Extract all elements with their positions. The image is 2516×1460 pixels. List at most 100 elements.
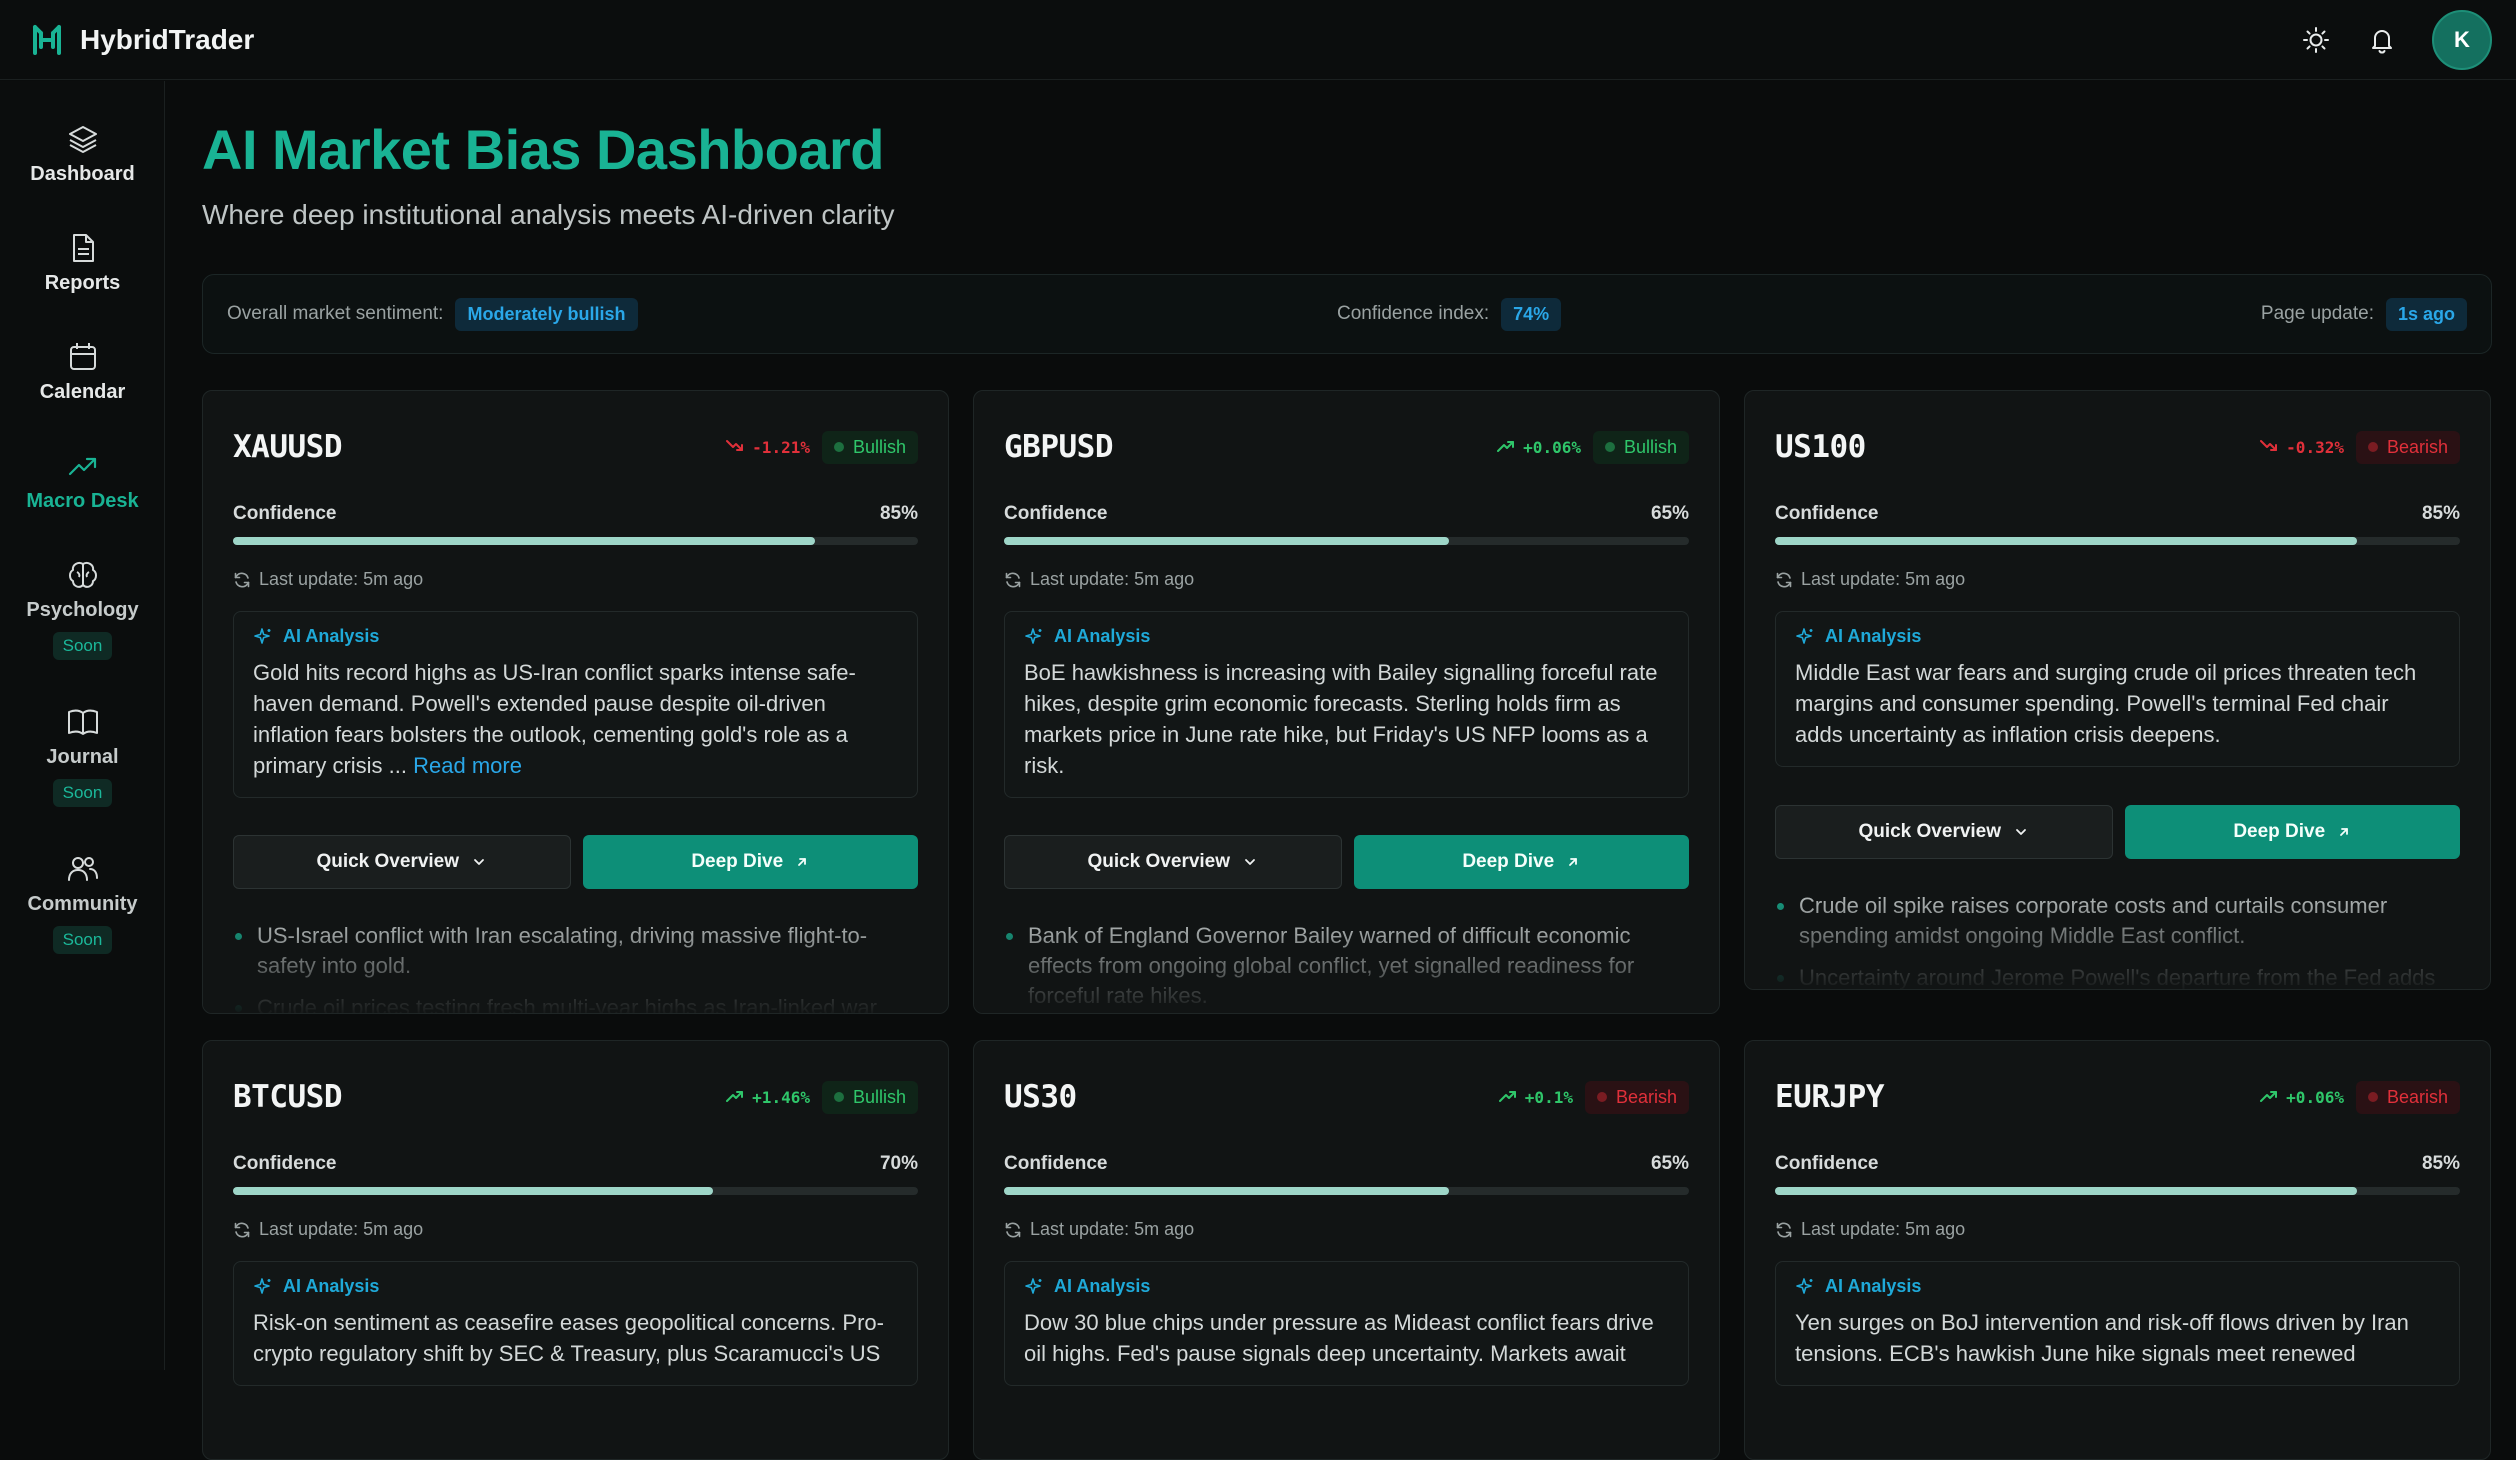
sparkle-icon [1025,1277,1042,1294]
avatar[interactable]: K [2432,10,2492,70]
symbol: EURJPY [1775,1079,1884,1115]
last-update-text: Last update: 5m ago [259,1219,424,1239]
soon-badge: Soon [52,926,113,954]
sparkle-icon [1796,627,1813,644]
confidence-bar-fill [1775,537,2358,545]
sidebar-item-psychology[interactable]: Psychology Soon [0,557,165,660]
bias-badge: Bullish [821,430,918,464]
quick-overview-button[interactable]: Quick Overview [1775,805,2113,859]
last-update-text: Last update: 5m ago [259,569,424,589]
confidence-row: Confidence 85% [1775,503,2460,525]
confidence-row: Confidence 65% [1004,503,1689,525]
bias-badge: Bullish [1592,430,1689,464]
bias-card-us30: US30 +0.1% Bearish Confidence 65% Last update… [973,1040,1720,1460]
confidence-bar [1004,1187,1689,1195]
arrow-up-right-icon [1569,858,1578,866]
quick-overview-button[interactable]: Quick Overview [233,835,571,889]
read-more-link[interactable]: Read more [413,753,522,778]
brand[interactable]: HybridTrader [30,23,254,57]
sidebar: Dashboard Reports Calendar Macro Desk Ps… [0,81,165,1370]
bias-card-btcusd: BTCUSD +1.46% Bullish Confidence 70% Last upd… [202,1040,949,1460]
deep-dive-button[interactable]: Deep Dive [2124,805,2460,859]
sentiment-group: Overall market sentiment: Moderately bul… [227,297,638,331]
logo-icon [33,24,61,55]
bell-icon[interactable] [2366,24,2398,56]
refresh-icon [1776,1222,1792,1237]
bias-badge: Bullish [821,1080,918,1114]
sidebar-item-calendar[interactable]: Calendar [0,339,165,404]
list-item: US-Israel conflict with Iran escalating,… [233,921,918,981]
bias-label: Bullish [852,436,906,457]
symbol: BTCUSD [233,1079,342,1115]
sidebar-item-community[interactable]: Community Soon [0,851,165,954]
list-item: Bank of England Governor Bailey warned o… [1004,921,1689,1011]
key-points-list: Crude oil spike raises corporate costs a… [1775,891,2460,989]
bias-badge: Bearish [1584,1080,1689,1114]
trending-up-icon [2260,1088,2278,1107]
sidebar-item-label: Dashboard [30,163,135,185]
bias-label: Bullish [852,1086,906,1107]
confidence-bar [1004,537,1689,545]
trending-up-icon [1498,1088,1517,1107]
bias-label: Bearish [1615,1086,1677,1107]
symbol: XAUUSD [233,429,342,465]
sparkle-icon [254,627,271,644]
refresh-icon [234,572,250,587]
last-update: Last update: 5m ago [1775,1219,1965,1240]
ai-analysis-label: AI Analysis [283,1276,380,1296]
chevron-down-icon [474,859,484,865]
price-change-value: -0.32% [2286,437,2344,457]
confidence-bar-fill [233,1187,713,1195]
price-change: -1.21% [726,438,810,457]
sidebar-item-macro-desk[interactable]: Macro Desk [0,448,165,513]
last-update: Last update: 5m ago [1775,569,1965,590]
calendar-icon [69,343,96,370]
sparkle-icon [1796,1277,1813,1294]
status-dot-icon [833,1092,844,1102]
sidebar-item-dashboard[interactable]: Dashboard [0,121,165,186]
last-update-text: Last update: 5m ago [1030,1219,1195,1239]
page-subtitle: Where deep institutional analysis meets … [202,199,895,230]
confidence-label: Confidence [1004,503,1108,524]
confidence-row: Confidence 85% [233,503,918,525]
sentiment-label: Overall market sentiment: [227,303,444,324]
chevron-down-icon [1245,859,1255,865]
deep-dive-button[interactable]: Deep Dive [1353,835,1689,889]
brain-icon [68,561,97,588]
status-dot-icon [833,442,844,452]
sun-icon[interactable] [2300,24,2332,56]
confidence-value: 70% [879,1153,918,1174]
ai-analysis-text: Yen surges on BoJ intervention and risk-… [1795,1310,2409,1366]
layers-icon [68,126,97,153]
quick-overview-label: Quick Overview [1858,821,2002,842]
soon-badge: Soon [52,632,113,660]
sparkle-icon [254,1277,271,1294]
ai-analysis-label: AI Analysis [1054,626,1151,646]
refresh-icon [234,1222,250,1237]
confidence-label: Confidence [1004,1153,1108,1174]
confidence-label: Confidence [1775,1153,1879,1174]
list-item: Crude oil spike raises corporate costs a… [1775,891,2460,951]
bias-label: Bullish [1623,436,1677,457]
key-points-list: Bank of England Governor Bailey warned o… [1004,921,1689,1013]
quick-overview-button[interactable]: Quick Overview [1004,835,1342,889]
bias-label: Bearish [2386,436,2448,457]
ai-analysis-box: AI Analysis Yen surges on BoJ interventio… [1775,1261,2460,1386]
ai-analysis-label: AI Analysis [1054,1276,1151,1296]
confidence-bar-fill [1004,537,1450,545]
confidence-index-group: Confidence index: 74% [1337,297,1562,331]
confidence-label: Confidence [1775,503,1879,524]
confidence-bar [233,537,918,545]
sidebar-item-journal[interactable]: Journal Soon [0,704,165,807]
deep-dive-button[interactable]: Deep Dive [582,835,918,889]
sidebar-item-reports[interactable]: Reports [0,230,165,295]
chevron-down-icon [2016,829,2026,835]
confidence-value: 65% [1650,503,1689,524]
last-update: Last update: 5m ago [233,569,423,590]
trending-down-icon [726,438,744,457]
status-dot-icon [1596,1092,1607,1102]
price-change: +0.06% [1497,438,1581,457]
sidebar-item-label: Reports [44,272,121,294]
confidence-bar [1775,1187,2460,1195]
ai-analysis-box: AI Analysis BoE hawkishness is increasing… [1004,611,1689,798]
